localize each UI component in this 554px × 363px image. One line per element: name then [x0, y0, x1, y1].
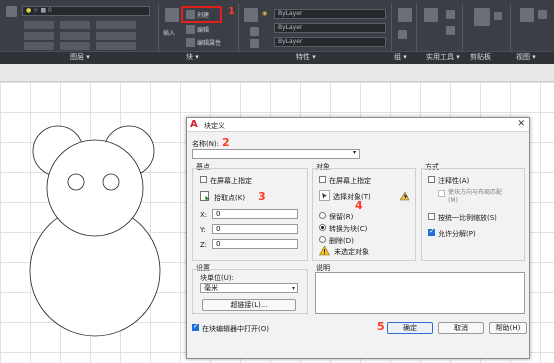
name-input[interactable]: [192, 149, 360, 159]
warning-icon: [319, 245, 330, 256]
chevron-down-icon[interactable]: ▾: [353, 149, 356, 156]
convert-to-block-radio[interactable]: [319, 224, 326, 231]
step-marker-5: 5: [377, 320, 385, 333]
base-specify-on-screen-label: 在屏幕上指定: [210, 177, 252, 185]
convert-to-block-label: 转换为块(C): [329, 225, 368, 233]
open-in-editor-label: 在块编辑器中打开(O): [202, 325, 269, 333]
help-button[interactable]: 帮助(H): [489, 322, 527, 334]
no-objects-warning: 未选定对象: [334, 248, 369, 256]
block-unit-value: 毫米: [204, 284, 218, 292]
cancel-button[interactable]: 取消: [438, 322, 484, 334]
head-circle: [46, 139, 144, 237]
right-eye: [102, 173, 120, 191]
step-marker-2: 2: [222, 136, 230, 149]
objects-specify-on-screen-checkbox[interactable]: [319, 176, 326, 183]
retain-label: 保留(R): [329, 213, 354, 221]
block-definition-dialog: A 块定义 ✕ 名称(N): 2 ▾ 基点 在屏幕上指定 拾取点(K) 3 X:…: [186, 117, 530, 359]
z-label: Z:: [200, 241, 208, 249]
delete-label: 删除(D): [329, 237, 354, 245]
step-marker-3: 3: [258, 190, 266, 203]
left-eye: [67, 173, 85, 191]
block-unit-select[interactable]: 毫米 ▾: [200, 283, 298, 293]
select-objects-button[interactable]: 选择对象(T): [333, 192, 371, 202]
ok-button[interactable]: 确定: [387, 322, 433, 334]
x-label: X:: [200, 211, 208, 219]
dialog-title: 块定义: [204, 122, 225, 130]
open-in-editor-checkbox[interactable]: [192, 322, 199, 331]
pick-point-icon[interactable]: [200, 191, 211, 202]
match-orientation-label: 使块方向与布局匹配(M): [448, 189, 503, 204]
quick-select-icon[interactable]: [399, 190, 410, 201]
base-specify-on-screen-checkbox[interactable]: [200, 176, 207, 183]
name-label: 名称(N):: [192, 140, 220, 148]
annotative-label: 注释性(A): [438, 177, 470, 185]
z-input[interactable]: 0: [212, 239, 298, 249]
retain-radio[interactable]: [319, 212, 326, 219]
allow-exploding-checkbox[interactable]: [428, 227, 435, 236]
y-input[interactable]: 0: [212, 224, 298, 234]
pick-point-button[interactable]: 拾取点(K): [214, 193, 245, 203]
scale-uniformly-checkbox[interactable]: [428, 213, 435, 220]
chevron-down-icon: ▾: [291, 285, 295, 292]
annotative-checkbox[interactable]: [428, 176, 435, 183]
allow-exploding-label: 允许分解(P): [438, 230, 476, 238]
dialog-title-bar: A 块定义 ✕: [187, 118, 529, 132]
close-icon[interactable]: ✕: [517, 119, 525, 129]
objects-specify-on-screen-label: 在屏幕上指定: [329, 177, 371, 185]
select-objects-icon[interactable]: [319, 190, 330, 201]
scale-uniformly-label: 按统一比例缩放(S): [438, 214, 497, 222]
match-orientation-checkbox: [438, 190, 445, 197]
step-marker-4: 4: [355, 199, 363, 212]
hyperlink-button[interactable]: 超链接(L)...: [202, 299, 296, 311]
delete-radio[interactable]: [319, 236, 326, 243]
y-label: Y:: [200, 226, 206, 234]
description-textarea[interactable]: [315, 272, 525, 314]
x-input[interactable]: 0: [212, 209, 298, 219]
autocad-logo-icon: A: [190, 119, 198, 130]
block-unit-label: 块单位(U):: [200, 274, 234, 282]
